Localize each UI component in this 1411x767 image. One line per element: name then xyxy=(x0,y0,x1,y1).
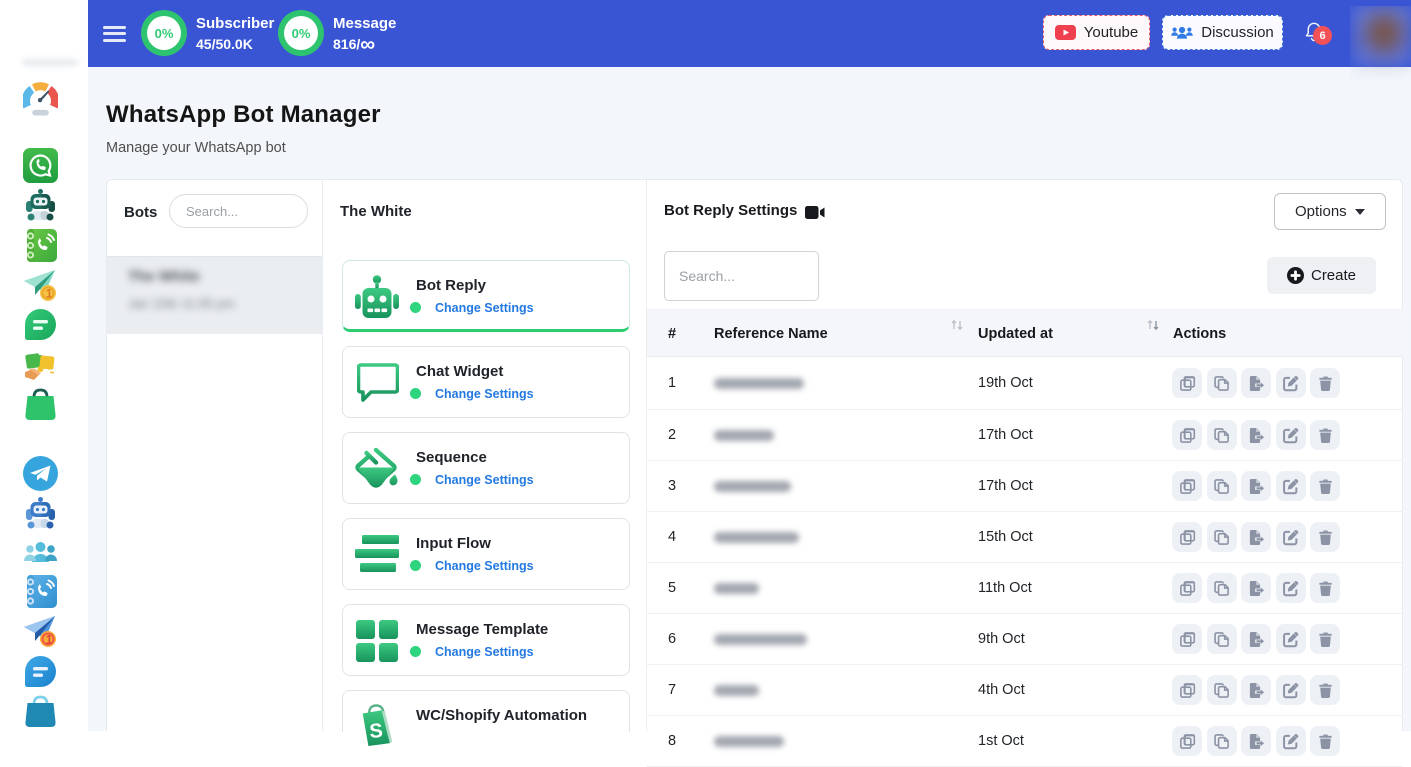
svg-text:S: S xyxy=(369,720,384,743)
svg-text:1: 1 xyxy=(46,633,53,647)
svg-text:1: 1 xyxy=(46,287,53,301)
